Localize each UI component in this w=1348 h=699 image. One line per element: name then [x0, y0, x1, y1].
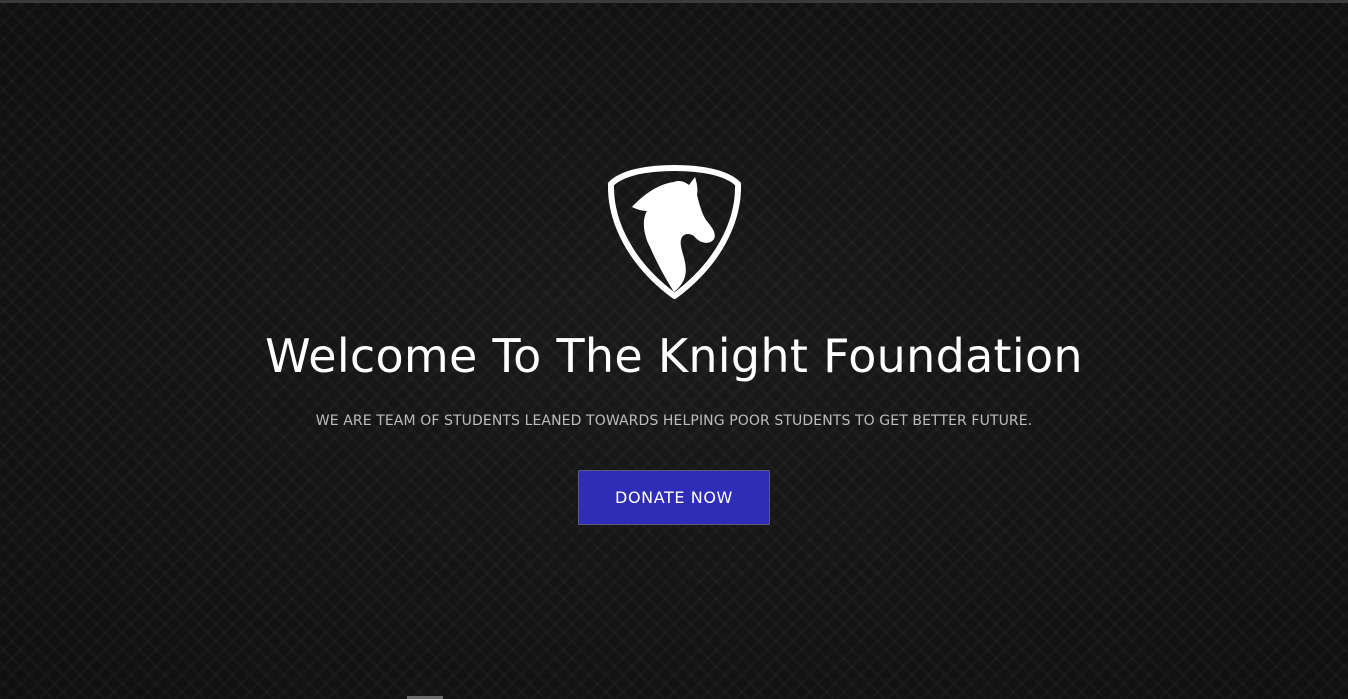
page-background: Welcome To The Knight Foundation WE ARE …: [0, 0, 1348, 699]
donate-now-label: DONATE NOW: [615, 488, 733, 507]
knight-shield-logo-icon: [608, 164, 741, 299]
hero-section: Welcome To The Knight Foundation WE ARE …: [0, 0, 1348, 699]
hero-title: Welcome To The Knight Foundation: [265, 329, 1083, 383]
donate-now-button[interactable]: DONATE NOW: [578, 470, 770, 525]
hero-subtitle: WE ARE TEAM OF STUDENTS LEANED TOWARDS H…: [315, 413, 1033, 429]
